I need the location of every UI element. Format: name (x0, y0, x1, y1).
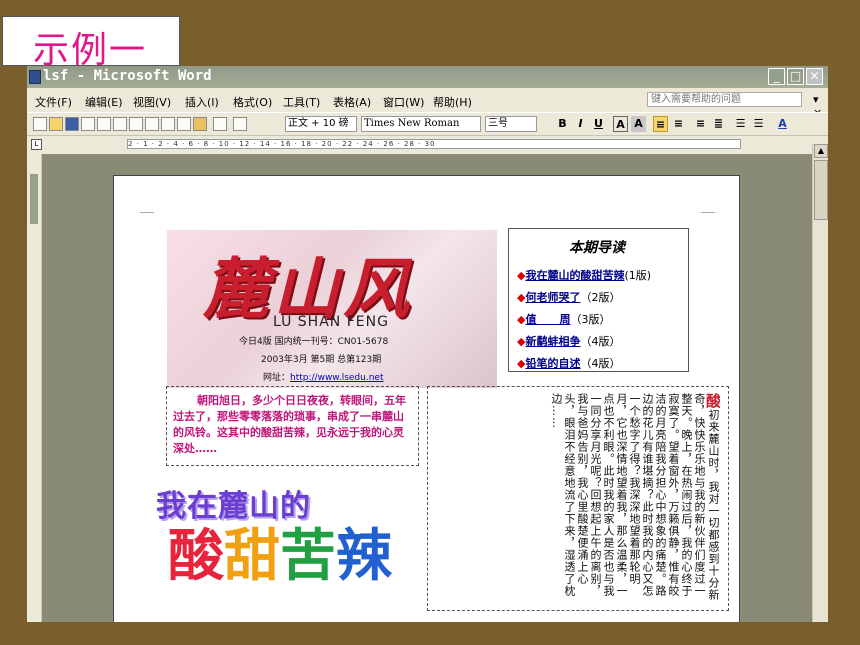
masthead-banner: 麓山风 LU SHAN FENG 今日4版 国内统一刊号：CN01-5678 2… (167, 230, 497, 388)
underline-button[interactable]: U (591, 116, 606, 132)
menu-insert[interactable]: 插入(I) (185, 94, 219, 110)
art-char: 辣 (336, 523, 392, 589)
article-box: 酸初来麓山时，我对一切都感到十分新奇，快快乐乐地与我的新伙伴们度过一整天。晚上，… (427, 386, 729, 611)
italic-button[interactable]: I (573, 116, 588, 132)
font-color-icon[interactable]: A (775, 116, 790, 132)
article-art-title-line2: 酸甜苦辣 (168, 511, 392, 592)
issue-date: 2003年3月 第5期 总第123期 (261, 355, 382, 365)
intro-box: 朝阳旭日，多少个日日夜夜，转眼间，五年过去了，那些零零落落的琐事，串成了一串麓山… (166, 386, 419, 466)
vertical-ruler-margin (30, 174, 38, 224)
guide-page: （4版） (580, 357, 621, 370)
open-folder-icon[interactable] (49, 117, 63, 131)
char-border-button[interactable]: A (613, 116, 628, 132)
permission-icon[interactable] (81, 117, 95, 131)
guide-page: （2版） (580, 291, 621, 304)
style-select[interactable]: 正文 + 10 磅 (285, 116, 357, 132)
align-right-icon[interactable]: ≡ (693, 116, 708, 132)
font-size-select[interactable]: 三号 (485, 116, 537, 132)
margin-corner-mark (140, 212, 154, 213)
guide-item: ◆新鹬蚌相争（4版） (517, 333, 620, 349)
menu-bar: 文件(F) 编辑(E) 视图(V) 插入(I) 格式(O) 工具(T) 表格(A… (27, 90, 828, 119)
guide-link[interactable]: 值 周 (525, 313, 570, 326)
article-body: 初来麓山时，我对一切都感到十分新奇，快快乐乐地与我的新伙伴们度过一整天。晚上，在… (550, 393, 720, 601)
intro-text: 朝阳旭日，多少个日日夜夜，转眼间，五年过去了，那些零零落落的琐事，串成了一串麓山… (173, 394, 406, 455)
guide-link[interactable]: 铅笔的自述 (525, 357, 580, 370)
toolbar: 正文 + 10 磅 Times New Roman 三号 B I U A A ≡… (27, 112, 828, 136)
guide-link[interactable]: 我在麓山的酸甜苦辣 (525, 269, 624, 282)
menu-tools[interactable]: 工具(T) (283, 94, 320, 110)
title-bar: lsf - Microsoft Word _ □ ✕ (27, 66, 828, 88)
art-char: 酸 (168, 523, 224, 589)
menu-view[interactable]: 视图(V) (133, 94, 171, 110)
website-label: 网址： (263, 373, 291, 383)
new-document-icon[interactable] (33, 117, 47, 131)
article-drop-char: 酸 (704, 393, 720, 409)
contents-guide: 本期导读 ◆我在麓山的酸甜苦辣(1版) ◆何老师哭了（2版） ◆值 周（3版） … (508, 228, 689, 372)
align-center-icon[interactable]: ≡ (671, 116, 686, 132)
spelling-icon[interactable] (145, 117, 159, 131)
guide-item: ◆值 周（3版） (517, 311, 610, 327)
guide-link[interactable]: 新鹬蚌相争 (525, 335, 580, 348)
guide-link[interactable]: 何老师哭了 (525, 291, 580, 304)
font-select[interactable]: Times New Roman (361, 116, 481, 132)
guide-page: （4版） (580, 335, 621, 348)
paste-icon[interactable] (193, 117, 207, 131)
article-vertical-text: 酸初来麓山时，我对一切都感到十分新奇，快快乐乐地与我的新伙伴们度过一整天。晚上，… (436, 393, 720, 605)
art-char: 苦 (280, 523, 336, 589)
vertical-scrollbar[interactable]: ▲ (812, 144, 828, 622)
window-title: lsf - Microsoft Word (43, 68, 212, 84)
website-link[interactable]: http://www.lsedu.net (290, 373, 383, 383)
bold-button[interactable]: B (555, 116, 570, 132)
document-workspace: 麓山风 LU SHAN FENG 今日4版 国内统一刊号：CN01-5678 2… (42, 154, 812, 622)
website-line: 网址：http://www.lsedu.net (263, 370, 383, 383)
guide-title: 本期导读 (569, 240, 625, 256)
art-char: 甜 (224, 523, 280, 589)
issue-info: 今日4版 国内统一刊号：CN01-5678 (239, 337, 389, 347)
print-icon[interactable] (113, 117, 127, 131)
guide-item: ◆铅笔的自述（4版） (517, 355, 620, 371)
justify-icon[interactable]: ≣ (711, 116, 726, 132)
horizontal-ruler: L 2 · 1 · 2 · 4 · 6 · 8 · 10 · 12 · 14 ·… (27, 136, 828, 152)
align-left-icon[interactable]: ≡ (653, 116, 668, 132)
menu-file[interactable]: 文件(F) (35, 94, 72, 110)
guide-page: (1版) (624, 269, 652, 282)
word-app-icon (29, 70, 41, 84)
email-icon[interactable] (97, 117, 111, 131)
close-button[interactable]: ✕ (806, 68, 823, 85)
numbering-icon[interactable]: ☰ (733, 116, 748, 132)
research-icon[interactable] (161, 117, 175, 131)
minimize-button[interactable]: _ (768, 68, 785, 85)
margin-corner-mark (701, 212, 715, 213)
guide-item: ◆何老师哭了（2版） (517, 289, 620, 305)
undo-icon[interactable] (213, 117, 227, 131)
bullets-icon[interactable]: ☰ (751, 116, 766, 132)
menu-help[interactable]: 帮助(H) (433, 94, 472, 110)
word-window: lsf - Microsoft Word _ □ ✕ 文件(F) 编辑(E) 视… (27, 66, 828, 622)
guide-item: ◆我在麓山的酸甜苦辣(1版) (517, 267, 651, 283)
maximize-button[interactable]: □ (787, 68, 804, 85)
scroll-thumb[interactable] (814, 160, 828, 220)
save-icon[interactable] (65, 117, 79, 131)
scroll-up-icon[interactable]: ▲ (814, 144, 828, 158)
vertical-ruler (27, 154, 42, 622)
menu-edit[interactable]: 编辑(E) (85, 94, 123, 110)
char-shading-button[interactable]: A (631, 116, 646, 132)
masthead-english: LU SHAN FENG (273, 314, 389, 330)
help-search-input[interactable]: 键入需要帮助的问题 (647, 92, 802, 107)
copy-icon[interactable] (177, 117, 191, 131)
document-page[interactable]: 麓山风 LU SHAN FENG 今日4版 国内统一刊号：CN01-5678 2… (113, 175, 740, 622)
menu-table[interactable]: 表格(A) (333, 94, 371, 110)
ruler-scale: 2 · 1 · 2 · 4 · 6 · 8 · 10 · 12 · 14 · 1… (127, 139, 741, 149)
menu-format[interactable]: 格式(O) (233, 94, 272, 110)
menu-window[interactable]: 窗口(W) (383, 94, 424, 110)
guide-page: （3版） (570, 313, 611, 326)
redo-icon[interactable] (233, 117, 247, 131)
tab-stop-selector[interactable]: L (31, 139, 42, 150)
example-label-box: 示例一 (2, 16, 180, 71)
print-preview-icon[interactable] (129, 117, 143, 131)
